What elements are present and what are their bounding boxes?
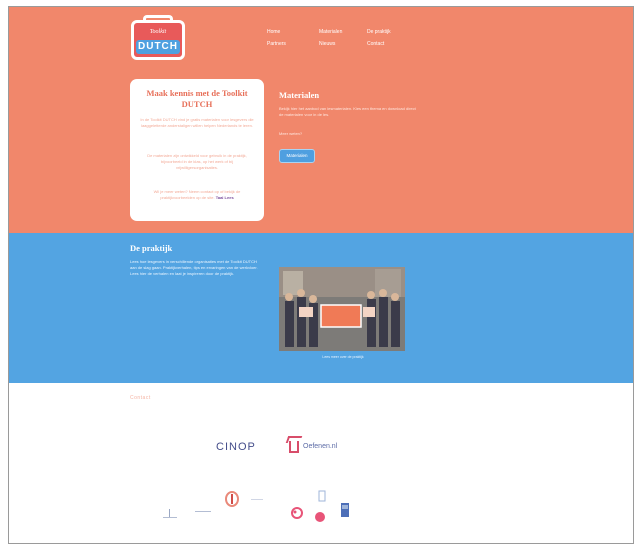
materials-title: Materialen bbox=[279, 90, 320, 100]
partner-logo-small-3[interactable] bbox=[225, 491, 239, 507]
nav-item-partners[interactable]: Partners bbox=[267, 41, 286, 47]
partner-logo-small-1[interactable] bbox=[163, 509, 177, 518]
nav-item-materialen[interactable]: Materialen bbox=[319, 29, 342, 35]
materials-text: Bekijk hier het aanbod van lesmaterialen… bbox=[279, 106, 416, 117]
intro-paragraph-3: Wil je meer weten? Neem contact op of be… bbox=[140, 189, 254, 201]
praktijk-photo[interactable] bbox=[279, 267, 405, 351]
partner-logo-small-4[interactable] bbox=[251, 499, 263, 500]
logo-top-text: Toolkit bbox=[149, 29, 167, 35]
nav-item-contact[interactable]: Contact bbox=[367, 41, 384, 47]
nav-item-nieuws[interactable]: Nieuws bbox=[319, 41, 335, 47]
page-frame: Toolkit DUTCH Home Materialen De praktij… bbox=[8, 6, 634, 544]
main-nav: Home Materialen De praktijk Partners Nie… bbox=[267, 29, 407, 55]
intro-title: Maak kennis met de Toolkit DUTCH bbox=[146, 88, 248, 109]
footer-section: Contact CINOP Oefenen.nl bbox=[9, 383, 633, 543]
contact-heading: Contact bbox=[130, 395, 151, 401]
nav-item-praktijk[interactable]: De praktijk bbox=[367, 29, 391, 35]
intro-card: Maak kennis met de Toolkit DUTCH In de T… bbox=[130, 79, 264, 221]
oefenen-house-icon bbox=[289, 441, 299, 453]
group-photo-image bbox=[279, 267, 405, 351]
logo-main-text: DUTCH bbox=[136, 40, 180, 54]
intro-paragraph-2: De materialen zijn ontwikkeld voor gebru… bbox=[147, 153, 247, 170]
photo-caption[interactable]: Lees meer over de praktijk bbox=[301, 355, 385, 359]
partner-logos-row bbox=[163, 490, 349, 522]
partner-cinop-logo[interactable]: CINOP bbox=[216, 441, 256, 453]
intro-paragraph-1: In de Toolkit DUTCH vind je gratis mater… bbox=[140, 117, 254, 128]
partner-logo-small-5[interactable] bbox=[291, 507, 303, 519]
hero-section: Toolkit DUTCH Home Materialen De praktij… bbox=[9, 7, 633, 233]
nav-item-home[interactable]: Home bbox=[267, 29, 280, 35]
praktijk-section: De praktijk Lees hoe lesgevers in versch… bbox=[9, 233, 633, 383]
materials-question: Meer weten? bbox=[279, 131, 303, 136]
praktijk-title: De praktijk bbox=[130, 243, 173, 253]
site-logo[interactable]: Toolkit DUTCH bbox=[131, 20, 185, 60]
partner-logo-small-2[interactable] bbox=[195, 511, 211, 512]
partner-logo-small-7[interactable] bbox=[341, 503, 349, 517]
materials-button[interactable]: Materialen bbox=[279, 149, 315, 163]
partner-oefenen-logo[interactable]: Oefenen.nl bbox=[303, 443, 337, 450]
partner-logo-small-6[interactable] bbox=[315, 490, 326, 522]
intro-link-lees[interactable]: Lees bbox=[225, 195, 234, 200]
praktijk-text: Lees hoe lesgevers in verschillende orga… bbox=[130, 259, 258, 276]
intro-link-taal[interactable]: Taal bbox=[216, 195, 224, 200]
